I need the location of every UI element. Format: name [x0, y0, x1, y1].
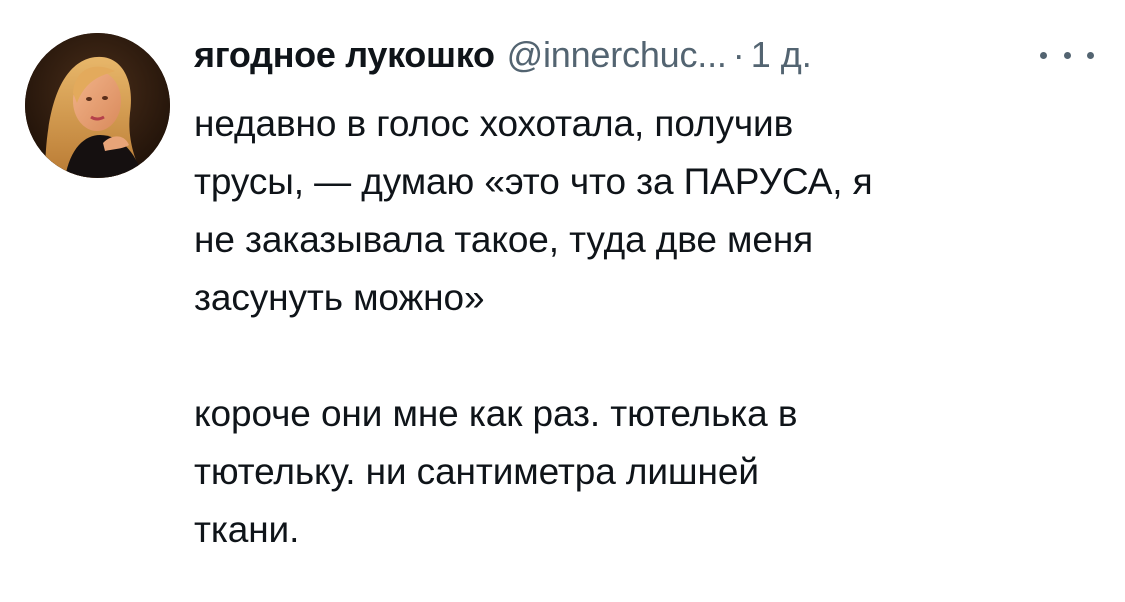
author-avatar[interactable]: [25, 33, 170, 178]
tweet-paragraph: недавно в голос хохотала, получив трусы,…: [194, 103, 873, 318]
tweet-timestamp[interactable]: 1 д.: [751, 34, 812, 76]
avatar-photo: [25, 33, 170, 178]
tweet: ягодное лукошко @innerchuc... · 1 д. нед…: [0, 0, 1125, 602]
tweet-paragraph: короче они мне как раз. тютелька в тютел…: [194, 393, 798, 550]
tweet-header: ягодное лукошко @innerchuc... · 1 д.: [194, 34, 1094, 84]
more-dot: [1087, 51, 1094, 59]
header-separator: ·: [732, 34, 745, 75]
more-dot: [1040, 51, 1047, 59]
more-horizontal-icon[interactable]: [1040, 40, 1094, 70]
tweet-text: недавно в голос хохотала, получив трусы,…: [194, 95, 1094, 559]
author-display-name[interactable]: ягодное лукошко: [194, 34, 495, 76]
more-dot: [1063, 51, 1071, 59]
author-handle[interactable]: @innerchuc...: [507, 34, 727, 76]
